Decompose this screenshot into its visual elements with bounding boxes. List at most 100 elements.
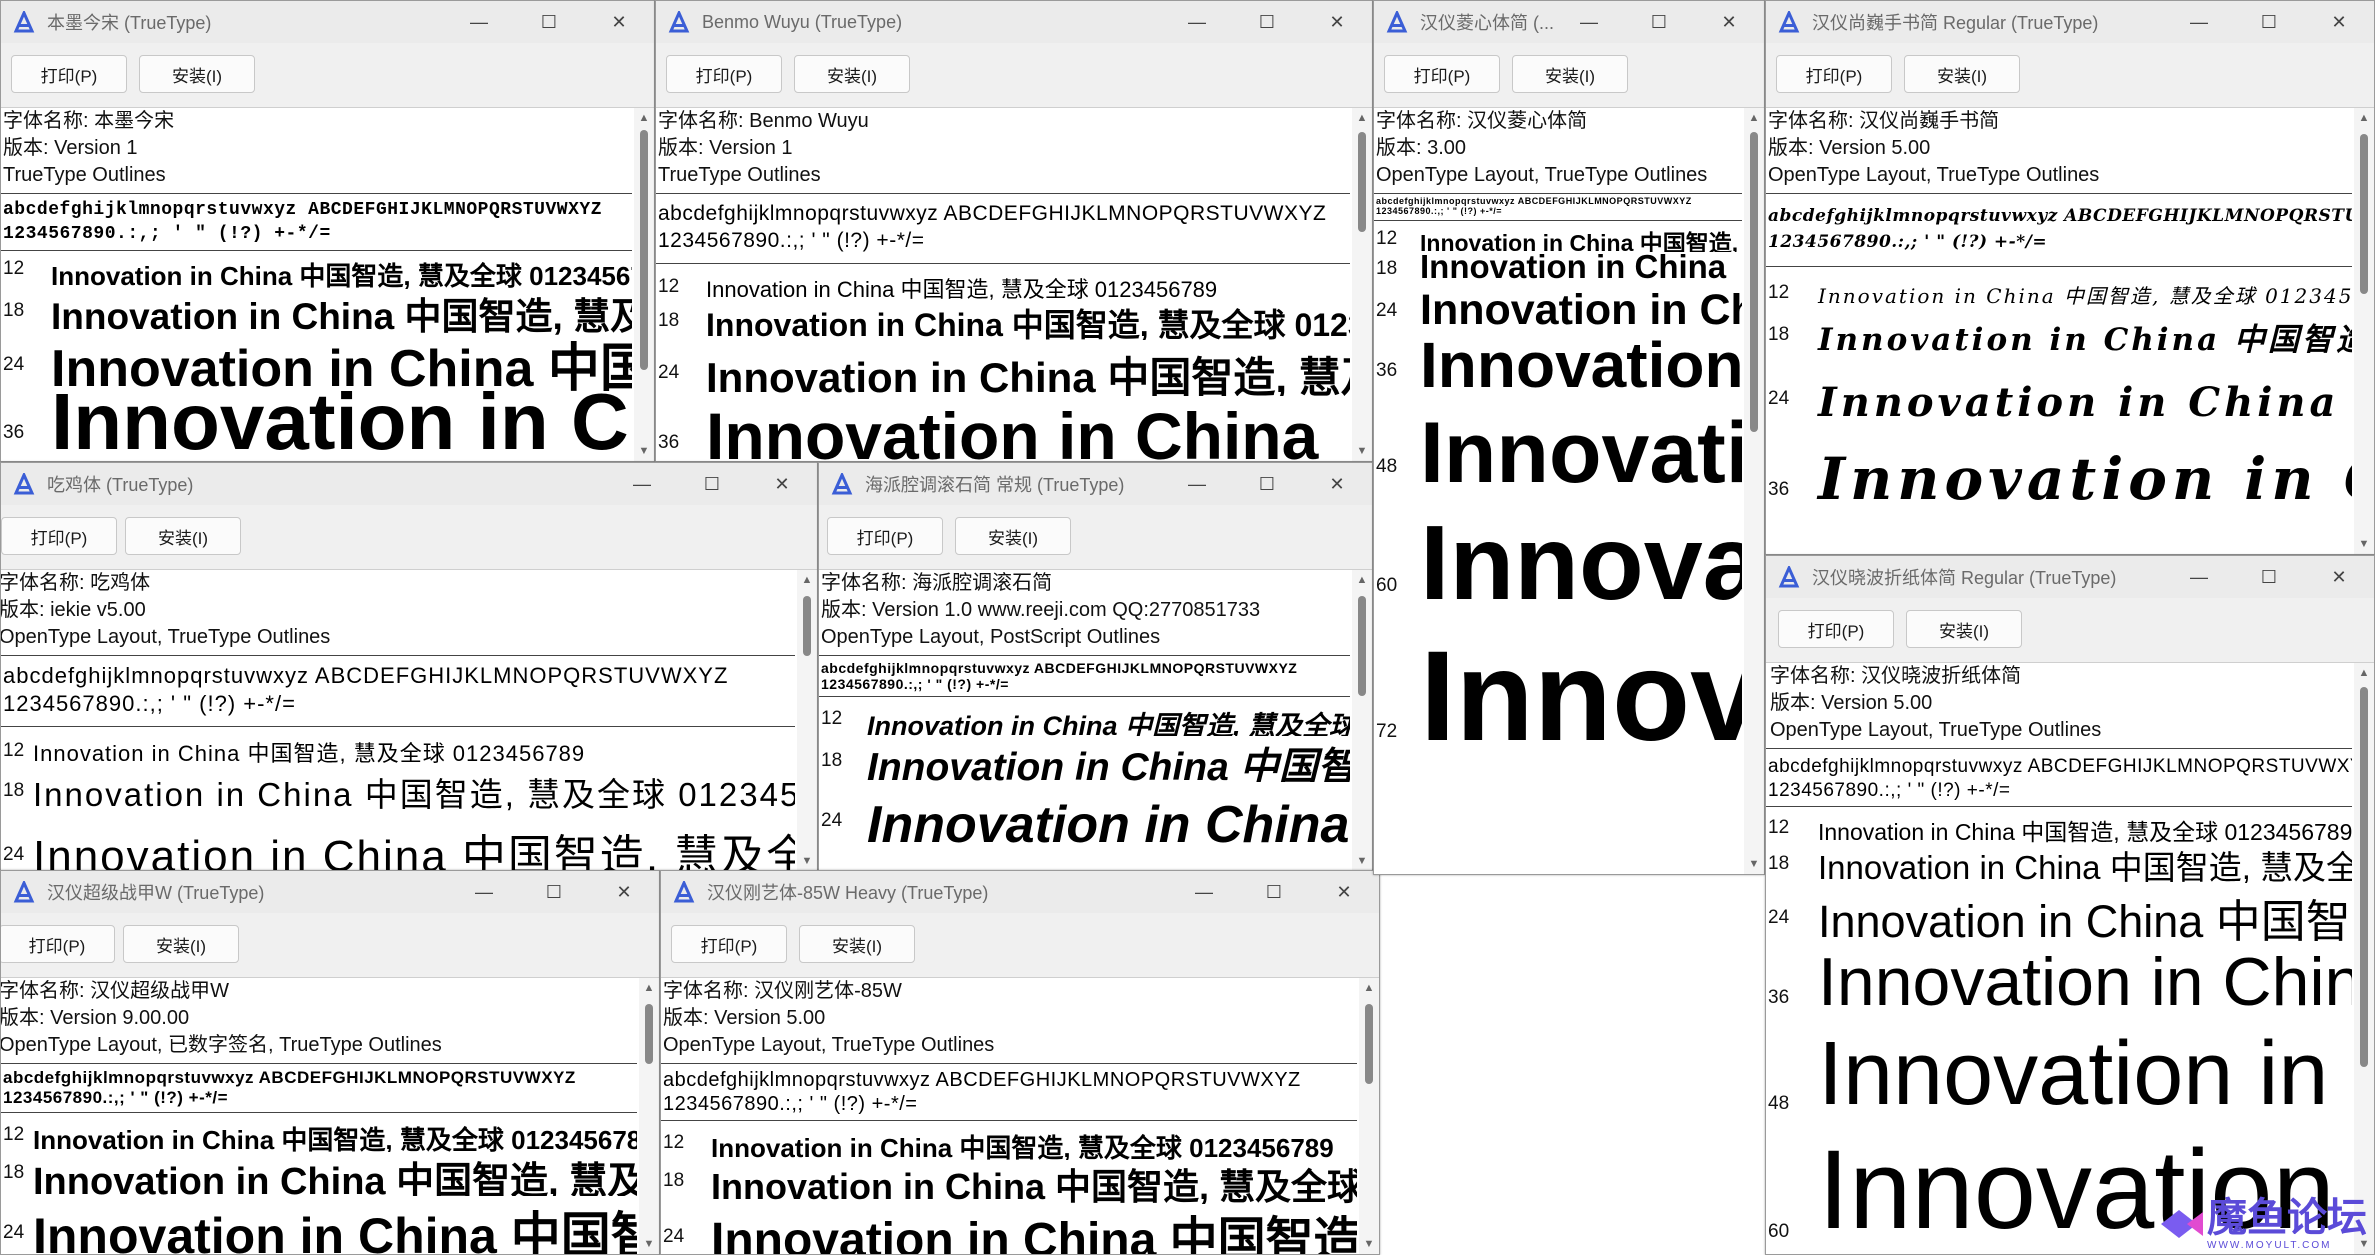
- minimize-button[interactable]: —: [449, 871, 519, 913]
- font-window-lingxin[interactable]: 汉仪菱心体简 (... — ☐ ✕ 打印(P) 安装(I) 字体名称: 汉仪菱心…: [1373, 0, 1765, 875]
- font-window-benmo-wuyu[interactable]: Benmo Wuyu (TrueType) — ☐ ✕ 打印(P) 安装(I) …: [655, 0, 1373, 462]
- scroll-down-arrow-icon[interactable]: ▼: [1352, 441, 1372, 461]
- print-button[interactable]: 打印(P): [1, 517, 117, 555]
- title-bar[interactable]: 本墨今宋 (TrueType) — ☐ ✕: [1, 1, 654, 43]
- install-button[interactable]: 安装(I): [799, 925, 915, 963]
- close-button[interactable]: ✕: [2304, 1, 2374, 43]
- maximize-button[interactable]: ☐: [1232, 1, 1302, 43]
- font-window-benmo-jinsong[interactable]: 本墨今宋 (TrueType) — ☐ ✕ 打印(P) 安装(I) 字体名称: …: [0, 0, 655, 462]
- print-button[interactable]: 打印(P): [666, 55, 782, 93]
- font-window-gangyi[interactable]: 汉仪刚艺体-85W Heavy (TrueType) — ☐ ✕ 打印(P) 安…: [660, 870, 1380, 1255]
- scroll-up-arrow-icon[interactable]: ▲: [1359, 978, 1379, 998]
- vertical-scrollbar[interactable]: ▲ ▼: [1744, 108, 1764, 874]
- install-button[interactable]: 安装(I): [1906, 610, 2022, 648]
- scroll-thumb[interactable]: [645, 1004, 653, 1064]
- maximize-button[interactable]: ☐: [2234, 556, 2304, 598]
- font-window-chaoji-zhanjia[interactable]: 汉仪超级战甲W (TrueType) — ☐ ✕ 打印(P) 安装(I) 字体名…: [0, 870, 660, 1255]
- scroll-down-arrow-icon[interactable]: ▼: [1744, 854, 1764, 874]
- maximize-button[interactable]: ☐: [1624, 1, 1694, 43]
- vertical-scrollbar[interactable]: ▲ ▼: [797, 570, 817, 871]
- vertical-scrollbar[interactable]: ▲ ▼: [2354, 663, 2374, 1254]
- install-button[interactable]: 安装(I): [123, 925, 239, 963]
- maximize-button[interactable]: ☐: [2234, 1, 2304, 43]
- minimize-button[interactable]: —: [1162, 463, 1232, 505]
- maximize-button[interactable]: ☐: [519, 871, 589, 913]
- scroll-down-arrow-icon[interactable]: ▼: [639, 1234, 659, 1254]
- print-button[interactable]: 打印(P): [1, 925, 115, 963]
- minimize-button[interactable]: —: [1554, 1, 1624, 43]
- vertical-scrollbar[interactable]: ▲ ▼: [1352, 570, 1372, 871]
- close-button[interactable]: ✕: [584, 1, 654, 43]
- scroll-thumb[interactable]: [1358, 596, 1366, 696]
- minimize-button[interactable]: —: [1162, 1, 1232, 43]
- install-button[interactable]: 安装(I): [125, 517, 241, 555]
- scroll-up-arrow-icon[interactable]: ▲: [1744, 108, 1764, 128]
- minimize-button[interactable]: —: [607, 463, 677, 505]
- scroll-down-arrow-icon[interactable]: ▼: [1352, 851, 1372, 871]
- print-button[interactable]: 打印(P): [1778, 610, 1894, 648]
- scroll-down-arrow-icon[interactable]: ▼: [1359, 1234, 1379, 1254]
- vertical-scrollbar[interactable]: ▲ ▼: [1359, 978, 1379, 1254]
- minimize-button[interactable]: —: [2164, 556, 2234, 598]
- scroll-up-arrow-icon[interactable]: ▲: [634, 108, 654, 128]
- install-button[interactable]: 安装(I): [1904, 55, 2020, 93]
- scroll-up-arrow-icon[interactable]: ▲: [1352, 570, 1372, 590]
- scroll-thumb[interactable]: [1358, 132, 1366, 232]
- font-window-chijiti[interactable]: 吃鸡体 (TrueType) — ☐ ✕ 打印(P) 安装(I) 字体名称: 吃…: [0, 462, 818, 872]
- title-bar[interactable]: 汉仪超级战甲W (TrueType) — ☐ ✕: [1, 871, 659, 913]
- font-window-shangwei-shoushu[interactable]: 汉仪尚巍手书简 Regular (TrueType) — ☐ ✕ 打印(P) 安…: [1765, 0, 2375, 555]
- title-bar[interactable]: Benmo Wuyu (TrueType) — ☐ ✕: [656, 1, 1372, 43]
- font-window-haipai-gunshi[interactable]: 海派腔调滚石简 常规 (TrueType) — ☐ ✕ 打印(P) 安装(I) …: [818, 462, 1373, 872]
- title-bar[interactable]: 汉仪刚艺体-85W Heavy (TrueType) — ☐ ✕: [661, 871, 1379, 913]
- scroll-up-arrow-icon[interactable]: ▲: [2354, 663, 2374, 683]
- size-label: 18: [658, 310, 680, 331]
- title-bar[interactable]: 海派腔调滚石简 常规 (TrueType) — ☐ ✕: [819, 463, 1372, 505]
- minimize-button[interactable]: —: [444, 1, 514, 43]
- close-button[interactable]: ✕: [1309, 871, 1379, 913]
- scroll-thumb[interactable]: [803, 596, 811, 656]
- minimize-button[interactable]: —: [2164, 1, 2234, 43]
- maximize-button[interactable]: ☐: [1239, 871, 1309, 913]
- scroll-up-arrow-icon[interactable]: ▲: [2354, 108, 2374, 128]
- install-button[interactable]: 安装(I): [955, 517, 1071, 555]
- vertical-scrollbar[interactable]: ▲ ▼: [1352, 108, 1372, 461]
- close-button[interactable]: ✕: [2304, 556, 2374, 598]
- title-bar[interactable]: 汉仪晓波折纸体简 Regular (TrueType) — ☐ ✕: [1766, 556, 2374, 598]
- title-bar[interactable]: 汉仪尚巍手书简 Regular (TrueType) — ☐ ✕: [1766, 1, 2374, 43]
- maximize-button[interactable]: ☐: [514, 1, 584, 43]
- scroll-down-arrow-icon[interactable]: ▼: [634, 441, 654, 461]
- close-button[interactable]: ✕: [1302, 1, 1372, 43]
- maximize-button[interactable]: ☐: [677, 463, 747, 505]
- install-button[interactable]: 安装(I): [794, 55, 910, 93]
- print-button[interactable]: 打印(P): [11, 55, 127, 93]
- install-button[interactable]: 安装(I): [139, 55, 255, 93]
- vertical-scrollbar[interactable]: ▲ ▼: [634, 108, 654, 461]
- close-button[interactable]: ✕: [1302, 463, 1372, 505]
- scroll-up-arrow-icon[interactable]: ▲: [639, 978, 659, 998]
- scroll-thumb[interactable]: [2360, 687, 2368, 1067]
- maximize-button[interactable]: ☐: [1232, 463, 1302, 505]
- install-button[interactable]: 安装(I): [1512, 55, 1628, 93]
- scroll-thumb[interactable]: [2360, 134, 2368, 294]
- close-button[interactable]: ✕: [1694, 1, 1764, 43]
- title-bar[interactable]: 吃鸡体 (TrueType) — ☐ ✕: [1, 463, 817, 505]
- scroll-thumb[interactable]: [1365, 1004, 1373, 1084]
- close-button[interactable]: ✕: [589, 871, 659, 913]
- print-button[interactable]: 打印(P): [1776, 55, 1892, 93]
- font-window-xiaobo-zhezhi[interactable]: 汉仪晓波折纸体简 Regular (TrueType) — ☐ ✕ 打印(P) …: [1765, 555, 2375, 1255]
- scroll-up-arrow-icon[interactable]: ▲: [1352, 108, 1372, 128]
- scroll-up-arrow-icon[interactable]: ▲: [797, 570, 817, 590]
- print-button[interactable]: 打印(P): [1384, 55, 1500, 93]
- scroll-down-arrow-icon[interactable]: ▼: [797, 851, 817, 871]
- vertical-scrollbar[interactable]: ▲ ▼: [639, 978, 659, 1254]
- scroll-down-arrow-icon[interactable]: ▼: [2354, 534, 2374, 554]
- print-button[interactable]: 打印(P): [671, 925, 787, 963]
- minimize-button[interactable]: —: [1169, 871, 1239, 913]
- title-bar[interactable]: 汉仪菱心体简 (... — ☐ ✕: [1374, 1, 1764, 43]
- scroll-thumb[interactable]: [640, 130, 648, 370]
- vertical-scrollbar[interactable]: ▲ ▼: [2354, 108, 2374, 554]
- scroll-thumb[interactable]: [1750, 132, 1758, 432]
- print-button[interactable]: 打印(P): [827, 517, 943, 555]
- close-button[interactable]: ✕: [747, 463, 817, 505]
- watermark-url: WWW.MOYULT.COM: [2207, 1240, 2332, 1251]
